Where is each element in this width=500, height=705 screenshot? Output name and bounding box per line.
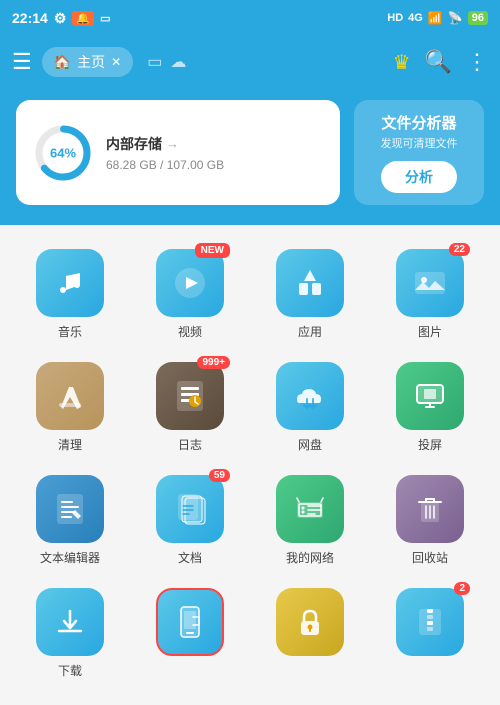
grid-item-doc[interactable]: 59 文档 bbox=[130, 465, 250, 574]
grid-item-network[interactable]: 我的网络 bbox=[250, 465, 370, 574]
text-editor-icon-box bbox=[36, 475, 104, 543]
cloud-nav-icon[interactable]: ☁ bbox=[170, 52, 186, 72]
doc-badge: 59 bbox=[209, 469, 230, 482]
overflow-menu-button[interactable]: ⋮ bbox=[466, 49, 488, 75]
grid-item-trash[interactable]: 回收站 bbox=[370, 465, 490, 574]
app-icon-box bbox=[276, 249, 344, 317]
grid-item-cloud[interactable]: 网盘 bbox=[250, 352, 370, 461]
grid-row-4: 下载 2 bbox=[10, 578, 490, 687]
analyzer-title: 文件分析器 bbox=[381, 112, 456, 133]
music-icon-box bbox=[36, 249, 104, 317]
nav-tab-home[interactable]: 🏠 主页 ✕ bbox=[42, 47, 134, 77]
grid-item-phone[interactable] bbox=[130, 578, 250, 687]
nav-extra-icons: ▭ ☁ bbox=[147, 52, 186, 72]
clean-icon-box bbox=[36, 362, 104, 430]
grid-item-zip[interactable]: 2 bbox=[370, 578, 490, 687]
grid-item-photo[interactable]: 22 图片 bbox=[370, 239, 490, 348]
cloud-label: 网盘 bbox=[298, 436, 322, 453]
analyze-button[interactable]: 分析 bbox=[381, 161, 457, 193]
cast-label: 投屏 bbox=[418, 436, 442, 453]
search-button[interactable]: 🔍 bbox=[425, 49, 452, 75]
settings-icon: ⚙ bbox=[54, 10, 67, 27]
grid-item-cast[interactable]: 投屏 bbox=[370, 352, 490, 461]
grid-row-3: 文本编辑器 59 文档 我的网络 回收站 bbox=[10, 465, 490, 574]
tab-close-icon[interactable]: ✕ bbox=[111, 55, 121, 69]
lock-icon-box bbox=[276, 588, 344, 656]
top-nav: ☰ 🏠 主页 ✕ ▭ ☁ ♛ 🔍 ⋮ bbox=[0, 36, 500, 88]
zip-icon-box: 2 bbox=[396, 588, 464, 656]
trash-icon-box bbox=[396, 475, 464, 543]
notification-icon: 🔔 bbox=[72, 11, 94, 26]
hd-icon: HD bbox=[387, 12, 403, 24]
grid-row-2: 清理 999+ 日志 网盘 投屏 bbox=[10, 352, 490, 461]
storage-area: 64% 内部存储 → 68.28 GB / 107.00 GB 文件分析器 发现… bbox=[0, 88, 500, 225]
download-icon-box bbox=[36, 588, 104, 656]
photo-label: 图片 bbox=[418, 323, 442, 340]
extra-icon: ▭ bbox=[100, 12, 110, 25]
doc-label: 文档 bbox=[178, 549, 202, 566]
tab-home-label: 主页 bbox=[77, 52, 105, 72]
doc-icon-box: 59 bbox=[156, 475, 224, 543]
cloud-icon-box bbox=[276, 362, 344, 430]
grid-item-clean[interactable]: 清理 bbox=[10, 352, 130, 461]
grid-item-log[interactable]: 999+ 日志 bbox=[130, 352, 250, 461]
storage-title-text: 内部存储 bbox=[106, 134, 162, 154]
main-grid: 音乐 NEW 视频 应用 22 图片 bbox=[0, 225, 500, 705]
log-badge: 999+ bbox=[197, 356, 230, 369]
video-new-badge: NEW bbox=[195, 243, 230, 258]
storage-size-text: 68.28 GB / 107.00 GB bbox=[106, 158, 324, 172]
analyzer-subtitle: 发现可清理文件 bbox=[381, 135, 458, 151]
app-label: 应用 bbox=[298, 323, 322, 340]
grid-item-text-editor[interactable]: 文本编辑器 bbox=[10, 465, 130, 574]
grid-item-app[interactable]: 应用 bbox=[250, 239, 370, 348]
music-label: 音乐 bbox=[58, 323, 82, 340]
storage-card[interactable]: 64% 内部存储 → 68.28 GB / 107.00 GB bbox=[16, 100, 340, 205]
grid-row-1: 音乐 NEW 视频 应用 22 图片 bbox=[10, 239, 490, 348]
phone-icon-box bbox=[156, 588, 224, 656]
vip-crown-icon[interactable]: ♛ bbox=[393, 50, 411, 75]
grid-item-lock[interactable] bbox=[250, 578, 370, 687]
zip-badge: 2 bbox=[454, 582, 470, 595]
status-time: 22:14 bbox=[12, 10, 48, 26]
file-analyzer-card: 文件分析器 发现可清理文件 分析 bbox=[354, 100, 484, 205]
storage-percent-label: 64% bbox=[50, 145, 76, 160]
photo-badge: 22 bbox=[449, 243, 470, 256]
storage-info: 内部存储 → 68.28 GB / 107.00 GB bbox=[106, 134, 324, 172]
battery-level: 96 bbox=[468, 11, 488, 25]
wifi-icon: 📡 bbox=[448, 11, 463, 25]
photo-icon-box: 22 bbox=[396, 249, 464, 317]
grid-item-music[interactable]: 音乐 bbox=[10, 239, 130, 348]
network-label: 我的网络 bbox=[286, 549, 334, 566]
grid-item-download[interactable]: 下载 bbox=[10, 578, 130, 687]
storage-donut-chart: 64% bbox=[32, 122, 94, 184]
menu-button[interactable]: ☰ bbox=[12, 49, 32, 75]
home-icon: 🏠 bbox=[54, 54, 71, 71]
signal-icon: 📶 bbox=[428, 11, 443, 25]
cast-icon-box bbox=[396, 362, 464, 430]
status-right-area: HD 4G 📶 📡 96 bbox=[387, 11, 488, 25]
window-icon[interactable]: ▭ bbox=[147, 52, 162, 72]
log-label: 日志 bbox=[178, 436, 202, 453]
grid-item-video[interactable]: NEW 视频 bbox=[130, 239, 250, 348]
nav-actions: ♛ 🔍 ⋮ bbox=[393, 49, 488, 75]
storage-arrow-icon: → bbox=[166, 136, 179, 151]
log-icon-box: 999+ bbox=[156, 362, 224, 430]
clean-label: 清理 bbox=[58, 436, 82, 453]
trash-label: 回收站 bbox=[412, 549, 448, 566]
text-editor-label: 文本编辑器 bbox=[40, 549, 100, 566]
download-label: 下载 bbox=[58, 662, 82, 679]
status-time-area: 22:14 ⚙ 🔔 ▭ bbox=[12, 10, 110, 27]
network-4g-icon: 4G bbox=[408, 12, 423, 24]
network-icon-box bbox=[276, 475, 344, 543]
video-label: 视频 bbox=[178, 323, 202, 340]
video-icon-box: NEW bbox=[156, 249, 224, 317]
status-bar: 22:14 ⚙ 🔔 ▭ HD 4G 📶 📡 96 bbox=[0, 0, 500, 36]
